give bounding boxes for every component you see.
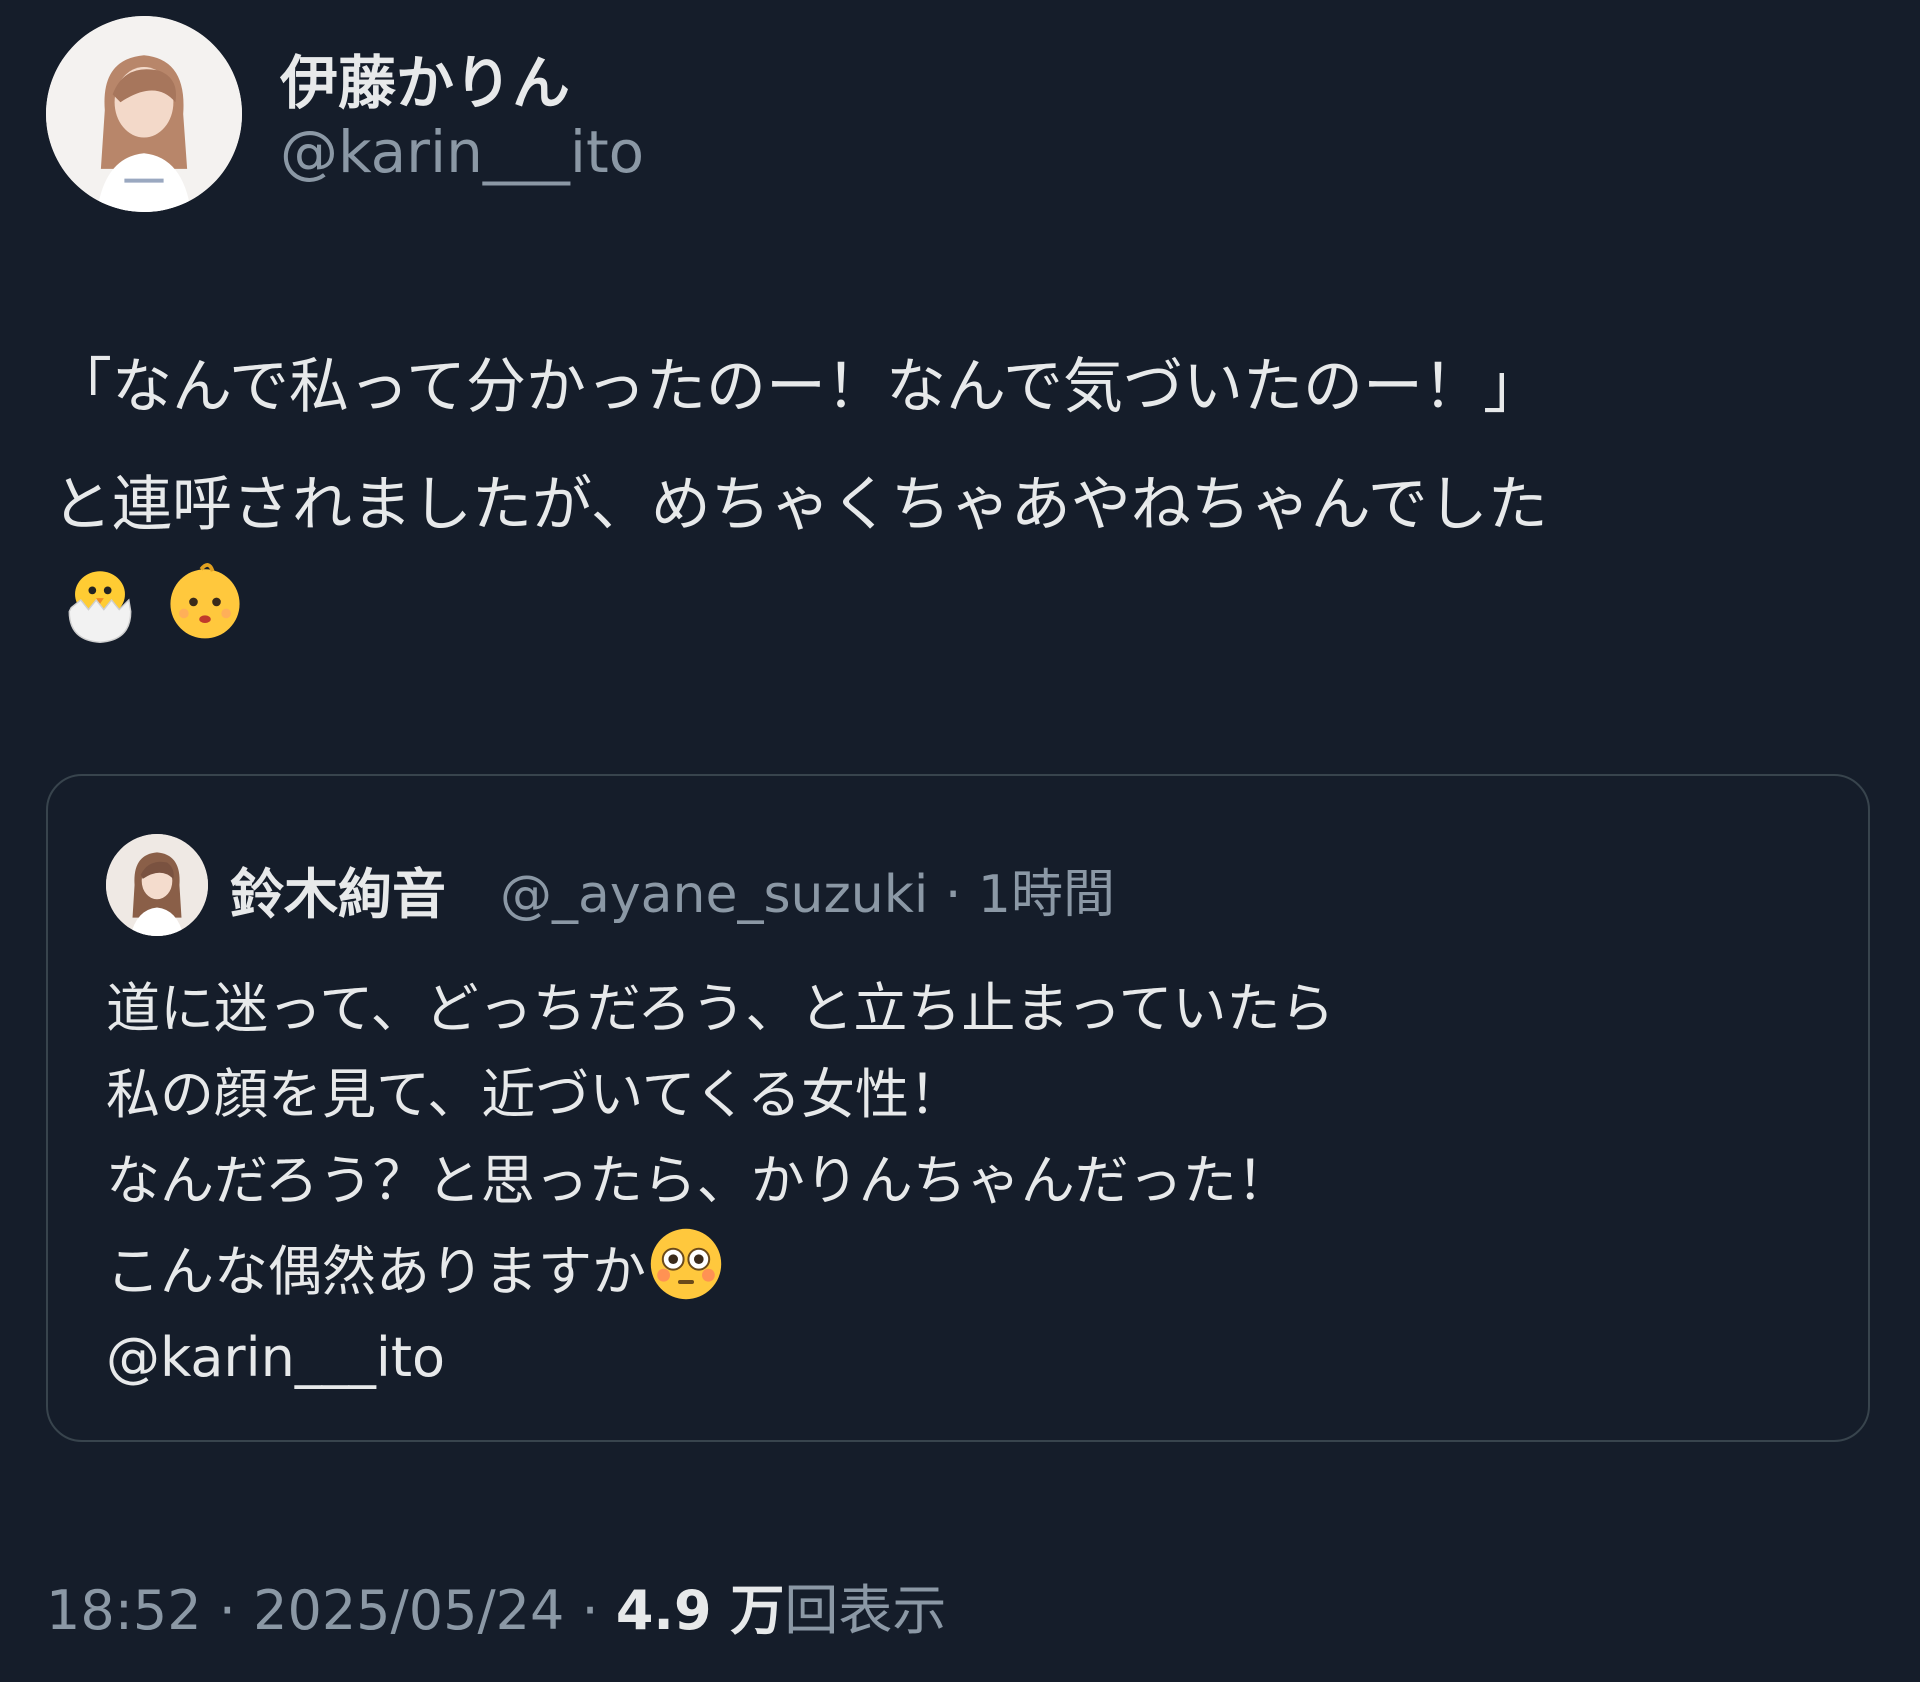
avatar-photo-icon <box>106 834 208 936</box>
hatching-chick-icon <box>68 571 132 643</box>
author-display-name[interactable]: 伊藤かりん <box>280 36 570 120</box>
view-count-label: 回表示 <box>784 1579 947 1642</box>
quoted-tweet-text: 道に迷って、どっちだろう、と立ち止まっていたら 私の顔を見て、近づいてくる女性！… <box>106 966 1335 1401</box>
view-count: 4.9 万 <box>615 1579 785 1642</box>
tweet-meta: 18:52 · 2025/05/24 · 4.9 万回表示 <box>46 1566 946 1645</box>
author-avatar[interactable] <box>46 16 242 212</box>
quoted-author-handle-time[interactable]: @_ayane_suzuki · 1時間 <box>500 852 1115 927</box>
flushed-face-icon <box>650 1228 722 1300</box>
tweet-timestamp[interactable]: 18:52 · 2025/05/24 · <box>46 1579 616 1642</box>
avatar-photo-icon <box>46 16 242 212</box>
tweet-text: 「なんで私って分かったのー！なんで気づいたのー！」 と連呼されましたが、めちゃく… <box>52 328 1912 564</box>
quoted-line: 私の顔を見て、近づいてくる女性！ <box>106 1063 963 1126</box>
quoted-line: こんな偶然ありますか <box>106 1240 646 1303</box>
quoted-line-with-emoji: こんな偶然ありますか <box>106 1224 1335 1315</box>
quoted-author-name[interactable]: 鈴木絢音 <box>230 850 446 929</box>
quoted-tweet-card[interactable]: 鈴木絢音 @_ayane_suzuki · 1時間 道に迷って、どっちだろう、と… <box>46 774 1870 1442</box>
quoted-line: 道に迷って、どっちだろう、と立ち止まっていたら <box>106 977 1335 1040</box>
tweet-line: 「なんで私って分かったのー！なんで気づいたのー！」 <box>52 352 1543 422</box>
quoted-author-avatar[interactable] <box>106 834 208 936</box>
quoted-line: なんだろう？と思ったら、かりんちゃんだった！ <box>106 1149 1291 1212</box>
tweet-line: と連呼されましたが、めちゃくちゃあやねちゃんでした <box>52 470 1548 540</box>
author-handle[interactable]: @karin___ito <box>280 118 644 186</box>
mention-link[interactable]: @karin___ito <box>106 1315 1335 1401</box>
baby-icon <box>170 563 240 639</box>
tweet-emojis <box>52 552 257 656</box>
